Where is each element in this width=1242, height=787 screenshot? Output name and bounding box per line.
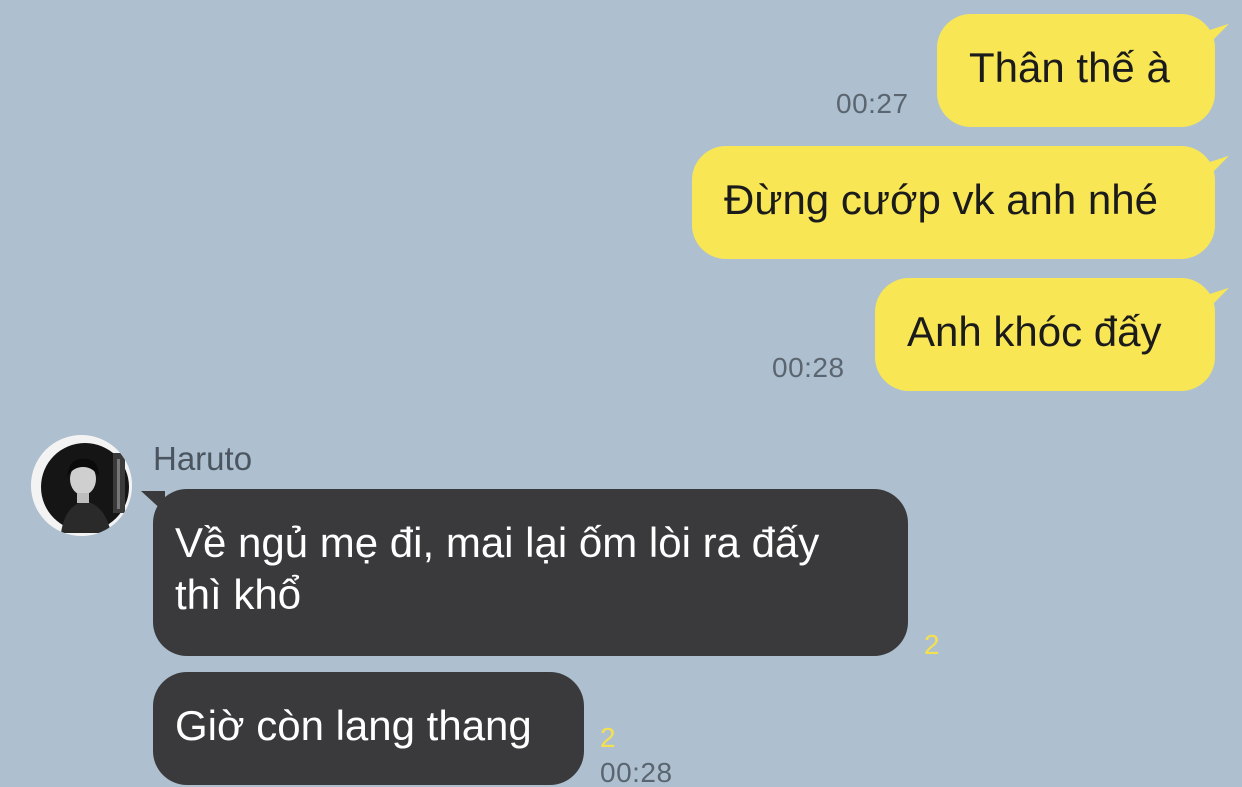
outgoing-message[interactable]: Đừng cướp vk anh nhé	[692, 146, 1229, 259]
unread-count: 2	[924, 629, 940, 660]
sender-name: Haruto	[153, 440, 253, 477]
outgoing-message[interactable]: Thân thế à	[937, 14, 1229, 127]
chat-window: Thân thế à 00:27 Đừng cướp vk anh nhé An…	[0, 0, 1242, 787]
bubble-tail	[1203, 155, 1229, 183]
message-time: 00:27	[836, 88, 909, 119]
avatar-photo-icon	[31, 435, 132, 536]
bubble-tail	[1203, 287, 1229, 315]
message-time: 00:28	[772, 352, 845, 383]
message-text-line: Về ngủ mẹ đi, mai lại ốm lòi ra đấy	[175, 519, 820, 566]
bubble-tail	[141, 491, 165, 513]
message-text-line: thì khổ	[175, 571, 302, 618]
incoming-message[interactable]: Về ngủ mẹ đi, mai lại ốm lòi ra đấy thì …	[141, 489, 908, 656]
message-time: 00:28	[600, 757, 673, 787]
avatar[interactable]	[31, 435, 132, 536]
outgoing-message[interactable]: Anh khóc đấy	[875, 278, 1229, 391]
message-text: Đừng cướp vk anh nhé	[724, 176, 1159, 223]
message-text: Giờ còn lang thang	[175, 702, 532, 749]
bubble-tail	[1203, 23, 1229, 51]
message-text: Anh khóc đấy	[907, 308, 1162, 355]
unread-count: 2	[600, 722, 616, 753]
message-text: Thân thế à	[969, 44, 1170, 91]
incoming-message[interactable]: Giờ còn lang thang	[153, 672, 584, 785]
